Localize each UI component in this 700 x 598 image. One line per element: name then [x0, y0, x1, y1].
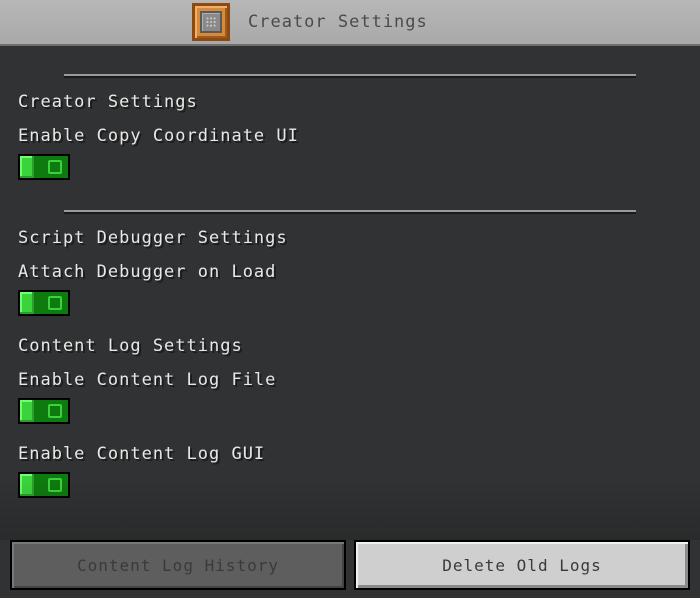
toggle-attach-debugger-on-load[interactable] [18, 290, 70, 316]
button-label: Delete Old Logs [442, 556, 602, 575]
section-title-creator: Creator Settings [18, 92, 682, 112]
section-title-content-log: Content Log Settings [18, 336, 682, 356]
button-label: Content Log History [77, 556, 279, 575]
option-label-copy-coord: Enable Copy Coordinate UI [18, 126, 682, 146]
content-log-history-button: Content Log History [10, 540, 346, 590]
option-label-attach-debugger: Attach Debugger on Load [18, 262, 682, 282]
divider [64, 74, 636, 76]
command-block-icon-inner [200, 11, 222, 33]
content-panel: Creator Settings Enable Copy Coordinate … [0, 46, 700, 598]
delete-old-logs-button[interactable]: Delete Old Logs [354, 540, 690, 590]
option-label-content-log-file: Enable Content Log File [18, 370, 682, 390]
toggle-enable-content-log-gui[interactable] [18, 472, 70, 498]
option-label-content-log-gui: Enable Content Log GUI [18, 444, 682, 464]
header-title: Creator Settings [248, 12, 428, 32]
section-title-script-debugger: Script Debugger Settings [18, 228, 682, 248]
toggle-copy-coordinate-ui[interactable] [18, 154, 70, 180]
header-bar: Creator Settings [0, 0, 700, 46]
command-block-icon [192, 3, 230, 41]
divider [64, 210, 636, 212]
toggle-enable-content-log-file[interactable] [18, 398, 70, 424]
button-row: Content Log History Delete Old Logs [10, 540, 690, 590]
